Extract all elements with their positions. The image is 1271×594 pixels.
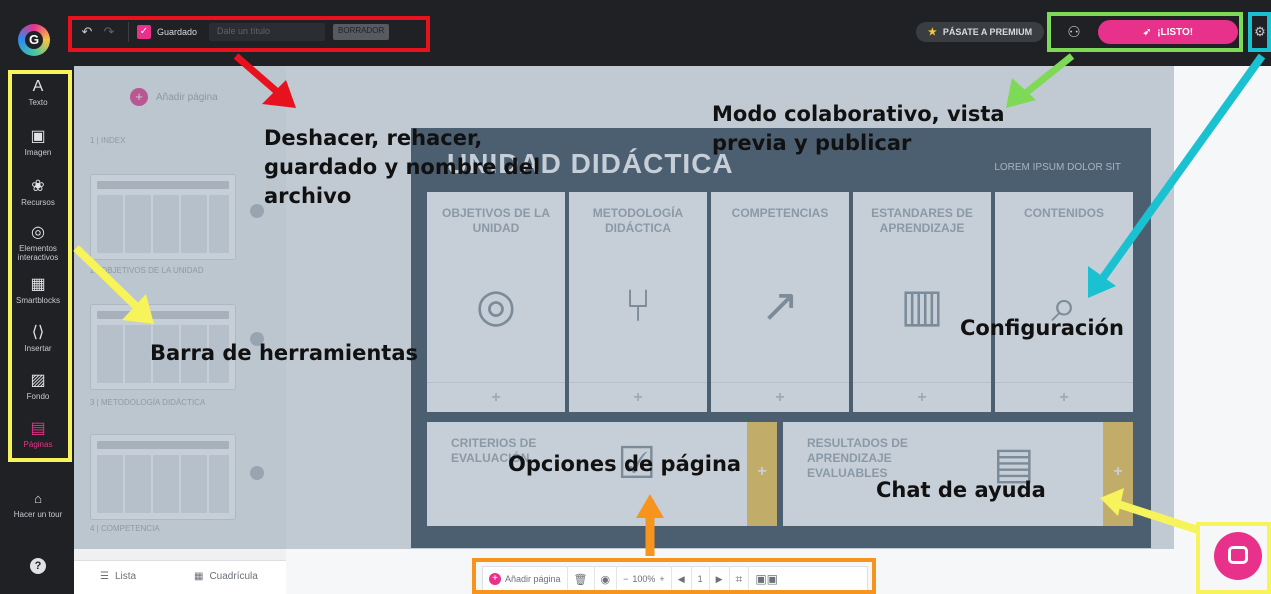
annotation-arrows bbox=[73, 53, 1266, 556]
annotation-chat: Chat de ayuda bbox=[876, 478, 1046, 502]
red-arrow bbox=[233, 53, 296, 108]
editor-screen: G ↶ ↷ ✓ Guardado Dale un título BORRADOR… bbox=[0, 0, 1271, 594]
annotation-toolbar: Barra de herramientas bbox=[150, 341, 419, 365]
annotation-file-controls: Deshacer, rehacer, guardado y nombre del… bbox=[264, 126, 541, 208]
annotation-collab: Modo colaborativo, vista previa y public… bbox=[712, 102, 1005, 155]
annotation-config: Configuración bbox=[960, 316, 1124, 340]
cyan-arrow bbox=[1088, 53, 1266, 298]
yellow-arrow-toolbar bbox=[73, 245, 154, 324]
orange-arrow bbox=[636, 494, 664, 556]
annotation-page-options: Opciones de página bbox=[508, 452, 742, 476]
yellow-arrow-chat bbox=[1100, 488, 1200, 534]
